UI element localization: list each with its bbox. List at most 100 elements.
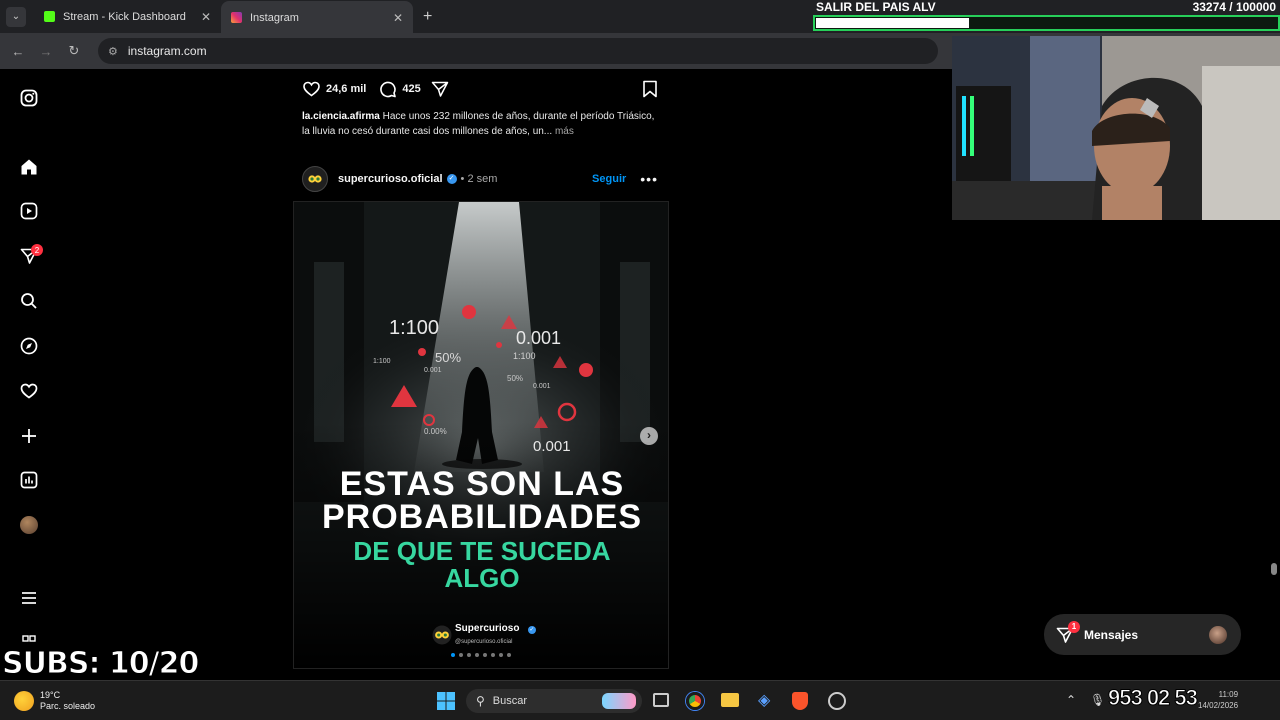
instagram-sidebar: 2 <box>0 70 58 680</box>
tab-search-dropdown-icon[interactable]: ⌄ <box>6 6 26 27</box>
goal-title: SALIR DEL PAIS ALV <box>816 0 936 14</box>
probability-stat: 50% <box>435 350 462 365</box>
taskbar-search-label: Buscar <box>492 695 528 707</box>
search-icon: ⚲ <box>476 694 485 708</box>
comments-count[interactable]: 425 <box>402 83 420 95</box>
brave-browser-icon[interactable] <box>792 692 808 710</box>
post-author-username[interactable]: supercurioso.oficial <box>338 173 443 185</box>
search-icon[interactable] <box>19 291 39 311</box>
instagram-favicon-icon <box>231 12 242 23</box>
post-caption: la.ciencia.afirma Hace unos 232 millones… <box>302 109 662 139</box>
likes-count[interactable]: 24,6 mil <box>326 83 366 95</box>
message-contact-avatar[interactable] <box>1209 625 1227 644</box>
messages-badge: 1 <box>1068 621 1080 633</box>
share-icon[interactable] <box>431 80 449 98</box>
more-menu-icon[interactable] <box>19 588 39 608</box>
create-icon[interactable] <box>19 426 39 446</box>
supercurioso-logo-icon <box>432 625 452 644</box>
headline-line-2: PROBABILIDADES <box>321 498 643 536</box>
post-image-scene <box>294 202 668 668</box>
back-icon[interactable]: ← <box>8 44 28 59</box>
carousel-dot <box>507 653 511 657</box>
explore-icon[interactable] <box>19 336 39 356</box>
brand-watermark: Supercurioso ✓ @supercurioso.oficial <box>432 622 536 647</box>
clock-date: 14/02/2026 <box>1198 701 1239 710</box>
show-hidden-icons[interactable]: ⌃ <box>1066 693 1076 707</box>
more-options-icon[interactable]: ••• <box>640 171 658 187</box>
caption-username[interactable]: la.ciencia.afirma <box>302 111 380 122</box>
brand-handle: @supercurioso.oficial <box>455 639 513 645</box>
task-view-icon[interactable] <box>653 693 669 707</box>
verified-badge-icon: ✓ <box>527 626 536 634</box>
goal-count: 33274 / 100000 <box>1192 0 1276 14</box>
post-actions-row: 24,6 mil 425 <box>302 80 662 98</box>
probability-stat: 0.001 <box>533 438 571 455</box>
notifications-heart-icon[interactable] <box>19 381 39 401</box>
notification-badge: 2 <box>31 244 43 256</box>
profile-avatar[interactable] <box>19 515 39 535</box>
stream-timer: 953 02 53 <box>1108 685 1199 711</box>
app-icon[interactable] <box>828 692 846 710</box>
messages-label: Mensajes <box>1084 627 1139 642</box>
reload-icon[interactable]: ↻ <box>64 43 84 59</box>
site-settings-icon[interactable]: ⚙ <box>108 45 118 58</box>
tab-instagram[interactable]: Instagram ✕ <box>221 1 413 34</box>
tab-title: Stream - Kick Dashboard <box>63 10 186 23</box>
probability-stat: 1:100 <box>513 351 536 361</box>
carousel-dot <box>499 653 503 657</box>
kick-favicon-icon <box>44 11 55 22</box>
like-heart-icon[interactable] <box>302 80 321 98</box>
brand-name: Supercurioso <box>455 623 520 634</box>
post-author-avatar[interactable] <box>302 166 328 192</box>
forward-icon[interactable]: → <box>36 44 56 59</box>
webcam-overlay <box>952 36 1280 220</box>
dashboard-icon[interactable] <box>19 470 39 490</box>
probability-stat: 0.001 <box>516 328 562 348</box>
scrollbar-thumb[interactable] <box>1271 563 1277 575</box>
url-text: instagram.com <box>127 44 207 58</box>
chrome-icon[interactable] <box>686 692 704 710</box>
taskbar-search[interactable]: ⚲ Buscar <box>466 689 642 713</box>
headline-line-4: ALGO <box>444 563 520 593</box>
tab-kick-dashboard[interactable]: Stream - Kick Dashboard ✕ <box>34 0 221 33</box>
home-icon[interactable] <box>19 157 39 177</box>
carousel-dot <box>459 653 463 657</box>
save-bookmark-icon[interactable] <box>642 80 658 98</box>
subs-counter: SUBS: 10/20 <box>1 646 199 682</box>
probability-stat: 0.001 <box>424 367 442 374</box>
weather-desc: Parc. soleado <box>40 701 96 711</box>
carousel-dots <box>451 653 511 657</box>
carousel-dot <box>467 653 471 657</box>
probability-stat: 0.001 <box>533 383 551 390</box>
carousel-next-button[interactable]: › <box>640 427 658 445</box>
windows-start-icon[interactable] <box>436 691 456 711</box>
more-link[interactable]: más <box>555 126 574 137</box>
probability-stat: 50% <box>507 374 524 383</box>
file-explorer-icon[interactable] <box>721 693 739 707</box>
app-icon[interactable]: ◈ <box>758 692 772 710</box>
instagram-logo-icon[interactable] <box>19 88 39 108</box>
new-tab-icon[interactable]: + <box>423 8 432 26</box>
probability-stat: 0.00% <box>424 427 447 436</box>
search-highlight-icon <box>602 693 636 709</box>
goal-progress-bar <box>813 15 1280 31</box>
close-tab-icon[interactable]: ✕ <box>201 10 211 24</box>
carousel-dot <box>491 653 495 657</box>
verified-badge-icon: ✓ <box>446 174 457 184</box>
url-field[interactable]: ⚙ instagram.com <box>98 38 938 64</box>
post-header: supercurioso.oficial ✓ • 2 sem Seguir ••… <box>302 166 662 192</box>
messages-button[interactable]: 1 Mensajes <box>1044 614 1241 655</box>
comment-icon[interactable] <box>378 80 397 98</box>
post-image[interactable]: 1:100 0.001 50% 1:100 0.001 1:100 50% 0.… <box>293 201 669 669</box>
reels-icon[interactable] <box>19 201 39 221</box>
windows-taskbar: 19°C Parc. soleado ⚲ Buscar ◈ ⌃ 🎙 953 02… <box>0 680 1280 720</box>
carousel-dot <box>475 653 479 657</box>
close-tab-icon[interactable]: ✕ <box>393 11 403 25</box>
system-clock[interactable]: 11:09 14/02/2026 <box>1198 689 1238 711</box>
probability-stat: 1:100 <box>389 317 440 339</box>
post-time: • 2 sem <box>460 173 498 185</box>
stream-goal-overlay: SALIR DEL PAIS ALV 33274 / 100000 <box>813 0 1280 33</box>
weather-widget[interactable]: 19°C Parc. soleado <box>14 690 95 712</box>
microphone-icon[interactable]: 🎙 <box>1090 693 1105 707</box>
follow-button[interactable]: Seguir <box>592 173 626 185</box>
